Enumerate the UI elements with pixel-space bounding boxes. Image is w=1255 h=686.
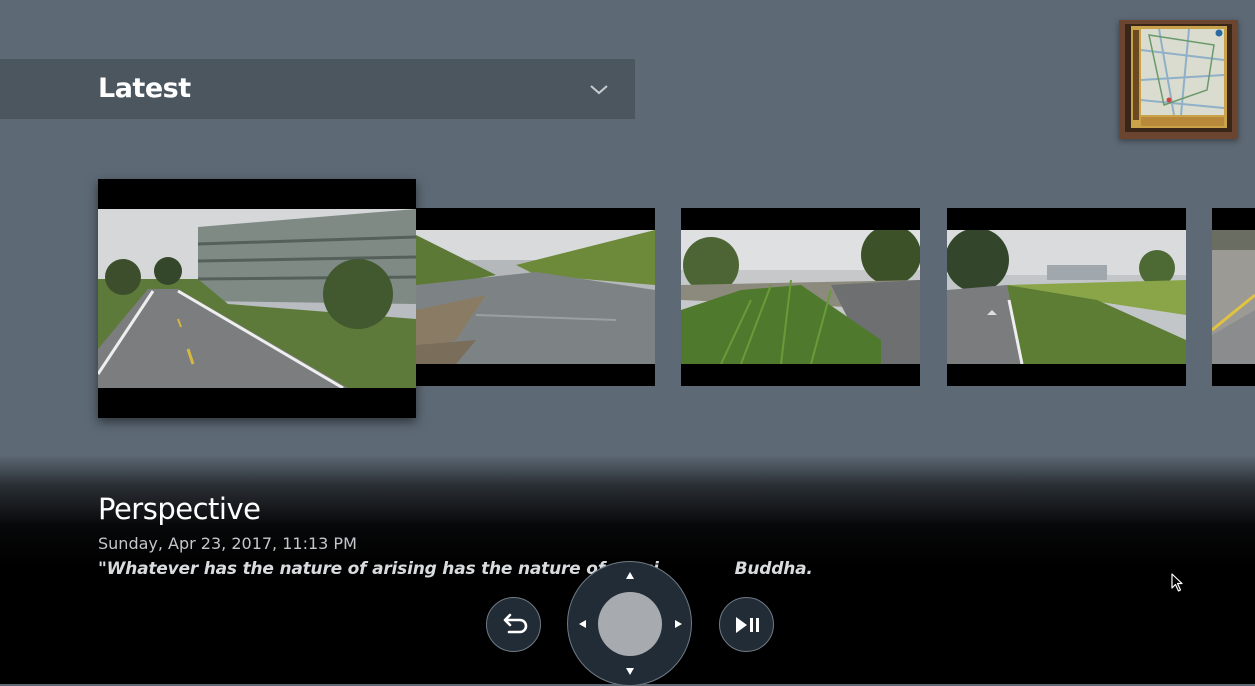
profile-thumbnail[interactable] [1119,20,1238,139]
photo-tile-2[interactable] [416,208,655,386]
sort-dropdown[interactable]: Latest [0,59,635,119]
left-arrow-icon[interactable] [578,619,587,629]
photo-wall-path [1212,230,1255,364]
photo-creek [416,230,655,364]
photo-title: Perspective [98,492,261,526]
right-arrow-icon[interactable] [674,619,683,629]
photo-tile-5[interactable] [1212,208,1255,386]
play-pause-button[interactable] [719,597,774,652]
photo-caption-tail: Buddha. [734,559,813,579]
mouse-cursor-icon [1171,573,1183,592]
photo-date: Sunday, Apr 23, 2017, 11:13 PM [98,534,357,553]
photo-road-garage [98,209,416,388]
play-pause-icon [736,617,759,633]
up-arrow-icon[interactable] [625,571,635,580]
profile-photo-image [1119,20,1238,139]
photo-canal-grass [681,230,920,364]
dpad-control[interactable] [567,561,692,686]
chevron-down-icon [590,85,608,95]
down-arrow-icon[interactable] [625,667,635,676]
dpad-select-button[interactable] [598,592,662,656]
photo-tile-3[interactable] [681,208,920,386]
back-button[interactable] [486,597,541,652]
back-arrow-icon [503,613,528,634]
photo-caption-text: "Whatever has the nature of arising has … [98,559,659,579]
photo-tile-1[interactable] [98,179,416,418]
photo-tile-4[interactable] [947,208,1186,386]
photo-caption: "Whatever has the nature of arising has … [98,559,813,579]
sort-dropdown-label: Latest [98,73,191,104]
photo-bike-path [947,230,1186,364]
